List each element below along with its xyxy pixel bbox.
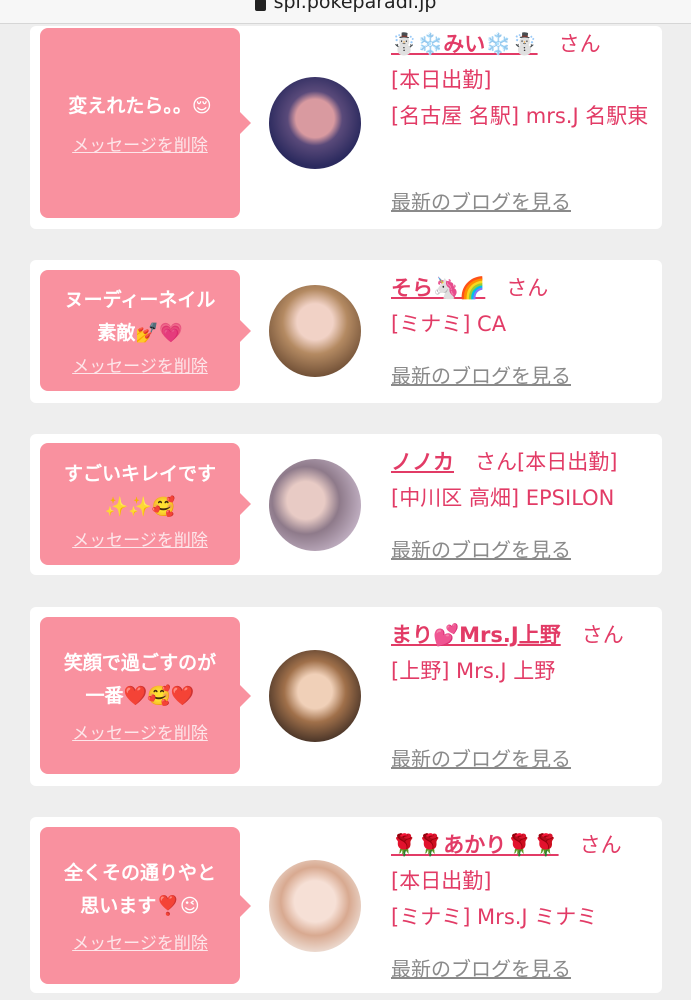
- girl-info: そら🦄🌈 さん [ミナミ] CA: [391, 270, 651, 342]
- message-card: すごいキレイです ✨✨🥰 メッセージを削除 ノノカ さん[本日出勤] [中川区 …: [30, 434, 662, 575]
- area-shop: [ミナミ] CA: [391, 312, 507, 336]
- message-card: 全くその通りやと 思います❣️😉 メッセージを削除 🌹🌹あかり🌹🌹 さん [本日…: [30, 817, 662, 993]
- message-bubble: すごいキレイです ✨✨🥰 メッセージを削除: [40, 443, 251, 565]
- message-bubble: 変えれたら。。😌 メッセージを削除: [40, 28, 251, 218]
- girl-name-link[interactable]: 🌹🌹あかり🌹🌹: [391, 833, 559, 857]
- message-text: ヌーディーネイル 素敵💅💗: [64, 289, 216, 344]
- avatar[interactable]: [269, 650, 361, 742]
- work-status: [本日出勤]: [391, 68, 492, 92]
- area-shop: [ミナミ] Mrs.J ミナミ: [391, 905, 598, 929]
- message-bubble: 全くその通りやと 思います❣️😉 メッセージを削除: [40, 827, 251, 984]
- honorific: さん: [581, 623, 624, 647]
- area-shop: [上野] Mrs.J 上野: [391, 659, 556, 683]
- girl-name-link[interactable]: ☃️❄️みい❄️☃️: [391, 32, 538, 56]
- honorific: さん: [506, 276, 549, 300]
- avatar[interactable]: [269, 77, 361, 169]
- latest-blog-link[interactable]: 最新のブログを見る: [391, 186, 571, 215]
- delete-message-link[interactable]: メッセージを削除: [72, 719, 208, 744]
- honorific: さん: [579, 833, 622, 857]
- message-bubble: 笑顔で過ごすのが 一番❤️🥰❤️ メッセージを削除: [40, 617, 251, 774]
- message-card: ヌーディーネイル 素敵💅💗 メッセージを削除 そら🦄🌈 さん [ミナミ] CA …: [30, 260, 662, 403]
- girl-info: ノノカ さん[本日出勤] [中川区 高畑] EPSILON: [391, 444, 651, 516]
- message-card: 変えれたら。。😌 メッセージを削除 ☃️❄️みい❄️☃️ さん [本日出勤] […: [30, 26, 662, 229]
- message-text: 変えれたら。。😌: [68, 95, 212, 117]
- delete-message-link[interactable]: メッセージを削除: [72, 131, 208, 156]
- message-text: 全くその通りやと 思います❣️😉: [63, 862, 216, 917]
- delete-message-link[interactable]: メッセージを削除: [72, 929, 208, 954]
- url-text: spi.pokeparadi.jp: [273, 0, 437, 13]
- latest-blog-link[interactable]: 最新のブログを見る: [391, 534, 571, 563]
- avatar[interactable]: [269, 459, 361, 551]
- honorific: さん: [475, 450, 517, 474]
- message-bubble: ヌーディーネイル 素敵💅💗 メッセージを削除: [40, 270, 251, 391]
- message-text: 笑顔で過ごすのが 一番❤️🥰❤️: [63, 652, 217, 707]
- message-text: すごいキレイです ✨✨🥰: [63, 462, 216, 518]
- girl-name-link[interactable]: ノノカ: [391, 450, 454, 474]
- lock-icon: [254, 0, 266, 11]
- girl-info: ☃️❄️みい❄️☃️ さん [本日出勤] [名古屋 名駅] mrs.J 名駅東: [391, 26, 651, 134]
- browser-url-bar[interactable]: spi.pokeparadi.jp: [0, 0, 691, 24]
- latest-blog-link[interactable]: 最新のブログを見る: [391, 953, 571, 982]
- delete-message-link[interactable]: メッセージを削除: [72, 352, 208, 377]
- work-status: [本日出勤]: [517, 450, 618, 474]
- girl-info: 🌹🌹あかり🌹🌹 さん [本日出勤] [ミナミ] Mrs.J ミナミ: [391, 827, 651, 935]
- girl-info: まり💕Mrs.J上野 さん [上野] Mrs.J 上野: [391, 617, 651, 689]
- avatar[interactable]: [269, 860, 361, 952]
- message-card: 笑顔で過ごすのが 一番❤️🥰❤️ メッセージを削除 まり💕Mrs.J上野 さん …: [30, 607, 662, 786]
- honorific: さん: [558, 32, 601, 56]
- area-shop: [中川区 高畑] EPSILON: [391, 486, 615, 510]
- area-shop: [名古屋 名駅] mrs.J 名駅東: [391, 104, 649, 128]
- latest-blog-link[interactable]: 最新のブログを見る: [391, 743, 571, 772]
- avatar[interactable]: [269, 285, 361, 377]
- delete-message-link[interactable]: メッセージを削除: [72, 526, 208, 551]
- girl-name-link[interactable]: そら🦄🌈: [391, 276, 485, 300]
- latest-blog-link[interactable]: 最新のブログを見る: [391, 360, 571, 389]
- girl-name-link[interactable]: まり💕Mrs.J上野: [391, 623, 561, 647]
- work-status: [本日出勤]: [391, 869, 492, 893]
